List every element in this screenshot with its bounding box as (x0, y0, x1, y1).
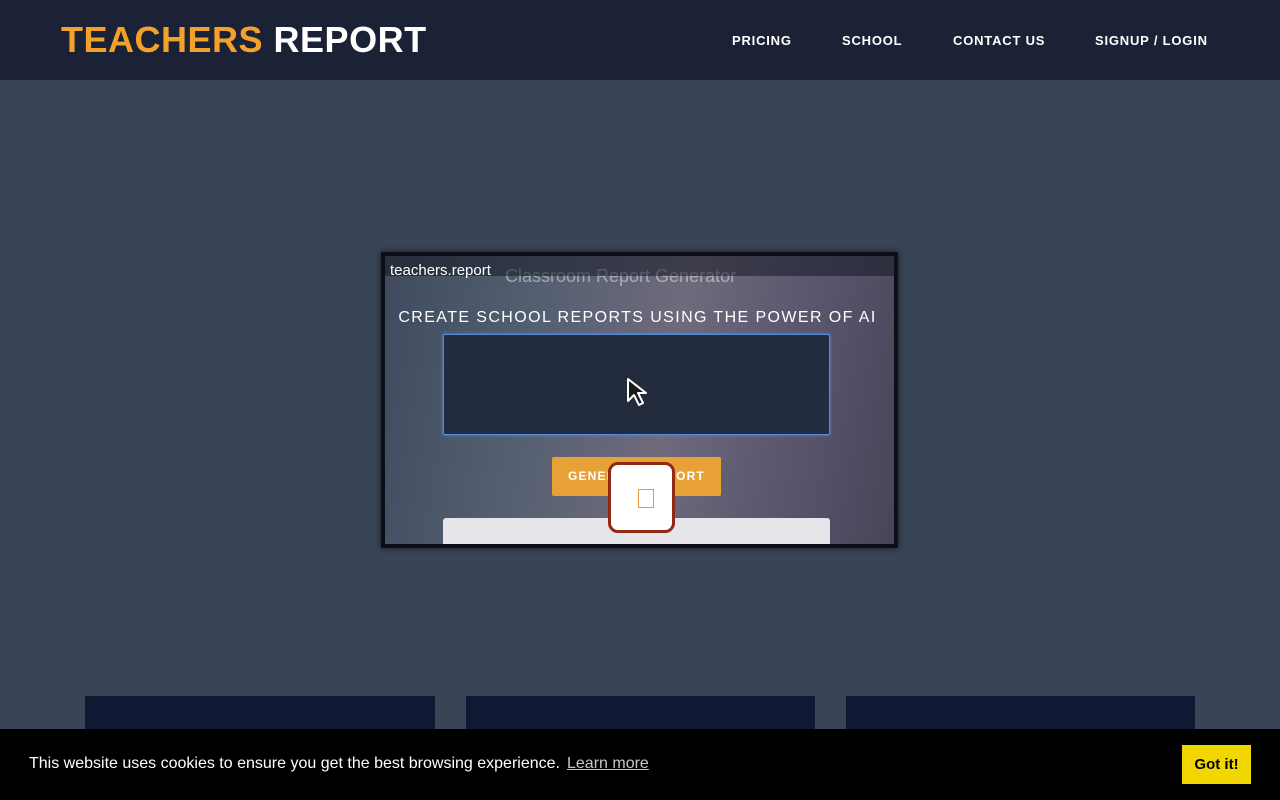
video-prompt-textarea (443, 334, 830, 435)
nav-school[interactable]: SCHOOL (842, 33, 902, 48)
video-play-button[interactable] (608, 462, 675, 533)
play-icon (638, 489, 654, 508)
top-navbar: TEACHERS REPORT PRICING SCHOOL CONTACT U… (0, 0, 1280, 80)
video-brand-label: teachers.report (390, 262, 491, 279)
cookie-accept-button[interactable]: Got it! (1182, 745, 1251, 784)
video-heading: CREATE SCHOOL REPORTS USING THE POWER OF… (398, 309, 877, 326)
cookie-message: This website uses cookies to ensure you … (29, 755, 560, 772)
site-logo[interactable]: TEACHERS REPORT (61, 20, 427, 60)
nav-signup-login[interactable]: SIGNUP / LOGIN (1095, 33, 1208, 48)
logo-report: REPORT (273, 19, 427, 60)
cookie-learn-more-link[interactable]: Learn more (567, 755, 649, 773)
nav-pricing[interactable]: PRICING (732, 33, 792, 48)
mouse-pointer-icon (627, 378, 647, 406)
cookie-consent-bar: This website uses cookies to ensure you … (0, 729, 1280, 800)
nav-contact-us[interactable]: CONTACT US (953, 33, 1045, 48)
logo-teachers: TEACHERS (61, 19, 264, 60)
